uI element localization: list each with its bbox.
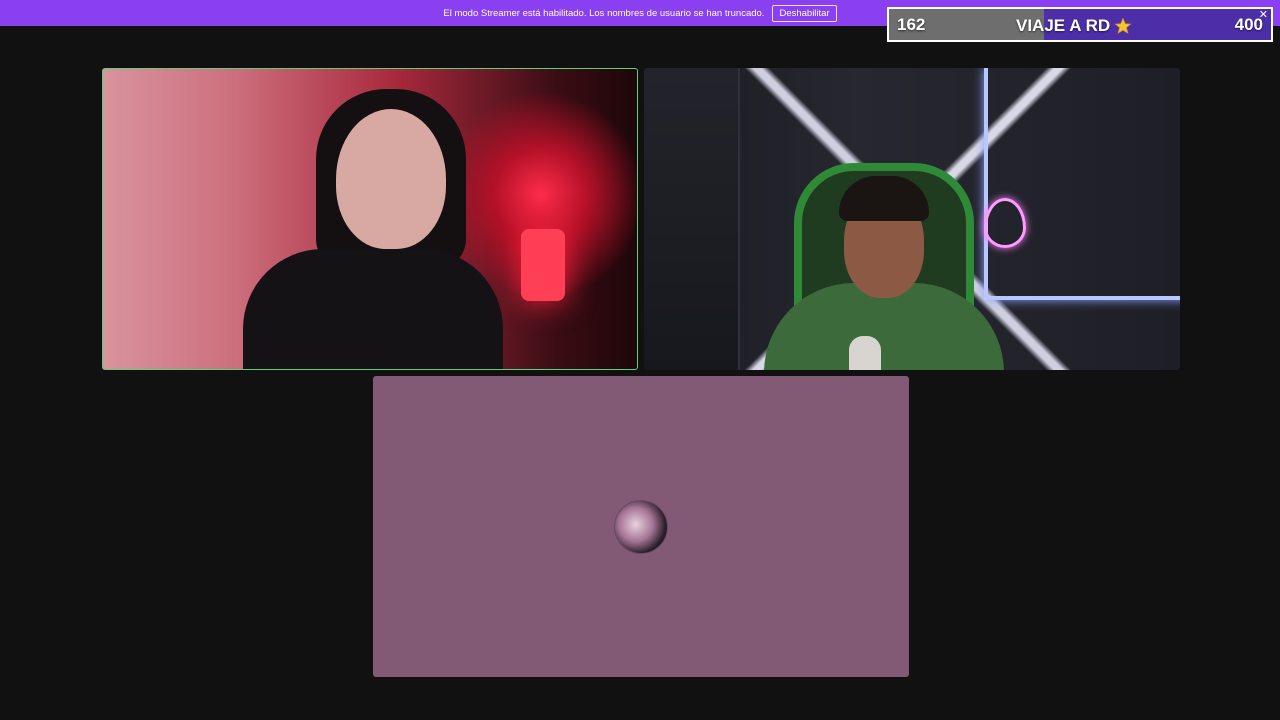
neon-light-frame bbox=[984, 68, 1180, 300]
goal-title-wrap: VIAJE A RD bbox=[1016, 16, 1146, 36]
goal-current-value: 162 bbox=[897, 15, 926, 34]
streamer-mode-message: El modo Streamer está habilitado. Los no… bbox=[443, 7, 765, 19]
participant-video-tile-1[interactable] bbox=[102, 68, 638, 370]
avatar[interactable] bbox=[614, 499, 668, 554]
star-icon bbox=[1114, 17, 1132, 34]
close-icon[interactable]: ✕ bbox=[1259, 9, 1268, 21]
microphone bbox=[849, 336, 881, 370]
shelf bbox=[644, 68, 740, 370]
participant-video-tile-3[interactable] bbox=[373, 376, 909, 677]
participant-1-face bbox=[336, 109, 446, 249]
disable-streamer-mode-button[interactable]: Deshabilitar bbox=[772, 4, 837, 22]
participant-1-body bbox=[243, 249, 503, 369]
discord-call-window: El modo Streamer está habilitado. Los no… bbox=[0, 0, 1280, 720]
red-lamp bbox=[521, 229, 565, 301]
stream-goal-overlay: 162 VIAJE A RD 400 ✕ bbox=[887, 7, 1273, 42]
participant-video-tile-2[interactable] bbox=[644, 68, 1180, 370]
goal-title: VIAJE A RD bbox=[1016, 16, 1111, 35]
